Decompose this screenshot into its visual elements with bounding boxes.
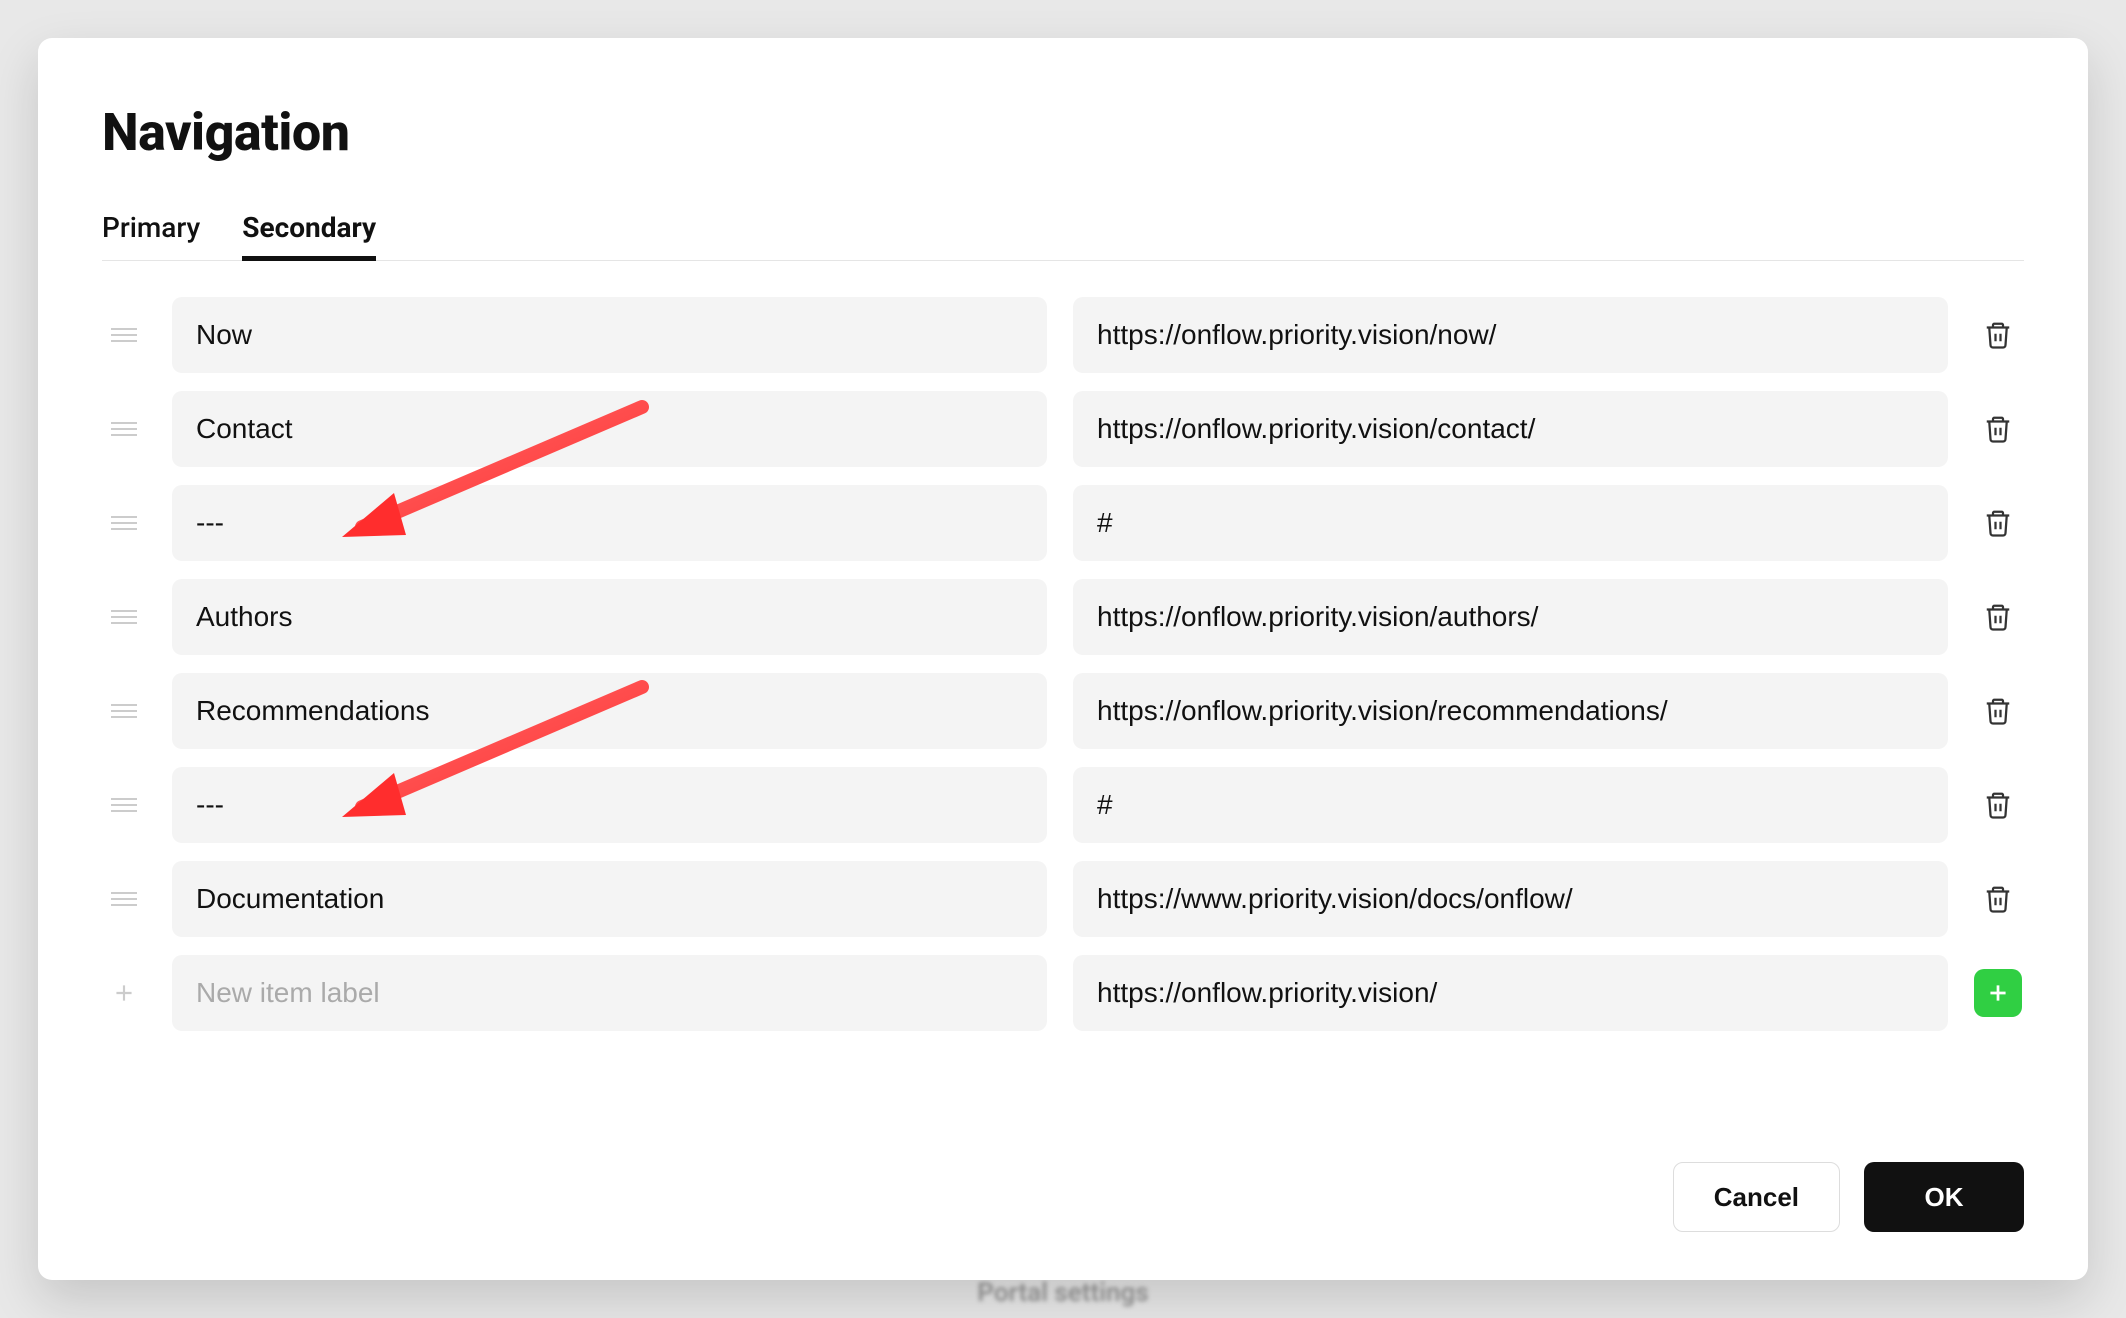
nav-row (102, 861, 2024, 937)
drag-handle-icon[interactable] (102, 422, 146, 436)
ok-button[interactable]: OK (1864, 1162, 2024, 1232)
new-label-input[interactable] (172, 955, 1047, 1031)
nav-row (102, 579, 2024, 655)
nav-row (102, 297, 2024, 373)
drag-handle-icon[interactable] (102, 328, 146, 342)
delete-button[interactable] (1974, 687, 2022, 735)
url-input[interactable] (1073, 767, 1948, 843)
delete-button[interactable] (1974, 781, 2022, 829)
delete-button[interactable] (1974, 875, 2022, 923)
url-input[interactable] (1073, 485, 1948, 561)
nav-row (102, 673, 2024, 749)
trash-icon (1983, 602, 2013, 632)
trash-icon (1983, 696, 2013, 726)
label-input[interactable] (172, 673, 1047, 749)
trash-icon (1983, 508, 2013, 538)
drag-handle-icon[interactable] (102, 516, 146, 530)
drag-handle-icon[interactable] (102, 798, 146, 812)
delete-button[interactable] (1974, 499, 2022, 547)
url-input[interactable] (1073, 391, 1948, 467)
drag-handle-icon[interactable] (102, 610, 146, 624)
backdrop-text: Portal settings (977, 1278, 1148, 1308)
url-input[interactable] (1073, 579, 1948, 655)
label-input[interactable] (172, 485, 1047, 561)
modal-title: Navigation (102, 102, 2024, 163)
url-input[interactable] (1073, 673, 1948, 749)
nav-rows (102, 297, 2024, 1031)
trash-icon (1983, 884, 2013, 914)
url-input[interactable] (1073, 861, 1948, 937)
label-input[interactable] (172, 579, 1047, 655)
tab-secondary[interactable]: Secondary (242, 211, 376, 260)
nav-row (102, 767, 2024, 843)
drag-handle-icon[interactable] (102, 704, 146, 718)
delete-button[interactable] (1974, 593, 2022, 641)
trash-icon (1983, 414, 2013, 444)
plus-handle-icon (102, 980, 146, 1006)
cancel-button[interactable]: Cancel (1673, 1162, 1840, 1232)
label-input[interactable] (172, 391, 1047, 467)
trash-icon (1983, 320, 2013, 350)
add-button[interactable] (1974, 969, 2022, 1017)
label-input[interactable] (172, 861, 1047, 937)
tab-primary[interactable]: Primary (102, 211, 200, 260)
new-url-input[interactable] (1073, 955, 1948, 1031)
nav-row-new (102, 955, 2024, 1031)
navigation-modal: Navigation Primary Secondary (38, 38, 2088, 1280)
nav-row (102, 485, 2024, 561)
trash-icon (1983, 790, 2013, 820)
nav-row (102, 391, 2024, 467)
delete-button[interactable] (1974, 311, 2022, 359)
tabs: Primary Secondary (102, 211, 2024, 261)
label-input[interactable] (172, 297, 1047, 373)
delete-button[interactable] (1974, 405, 2022, 453)
drag-handle-icon[interactable] (102, 892, 146, 906)
plus-icon (1985, 980, 2011, 1006)
url-input[interactable] (1073, 297, 1948, 373)
label-input[interactable] (172, 767, 1047, 843)
modal-footer: Cancel OK (102, 1122, 2024, 1232)
